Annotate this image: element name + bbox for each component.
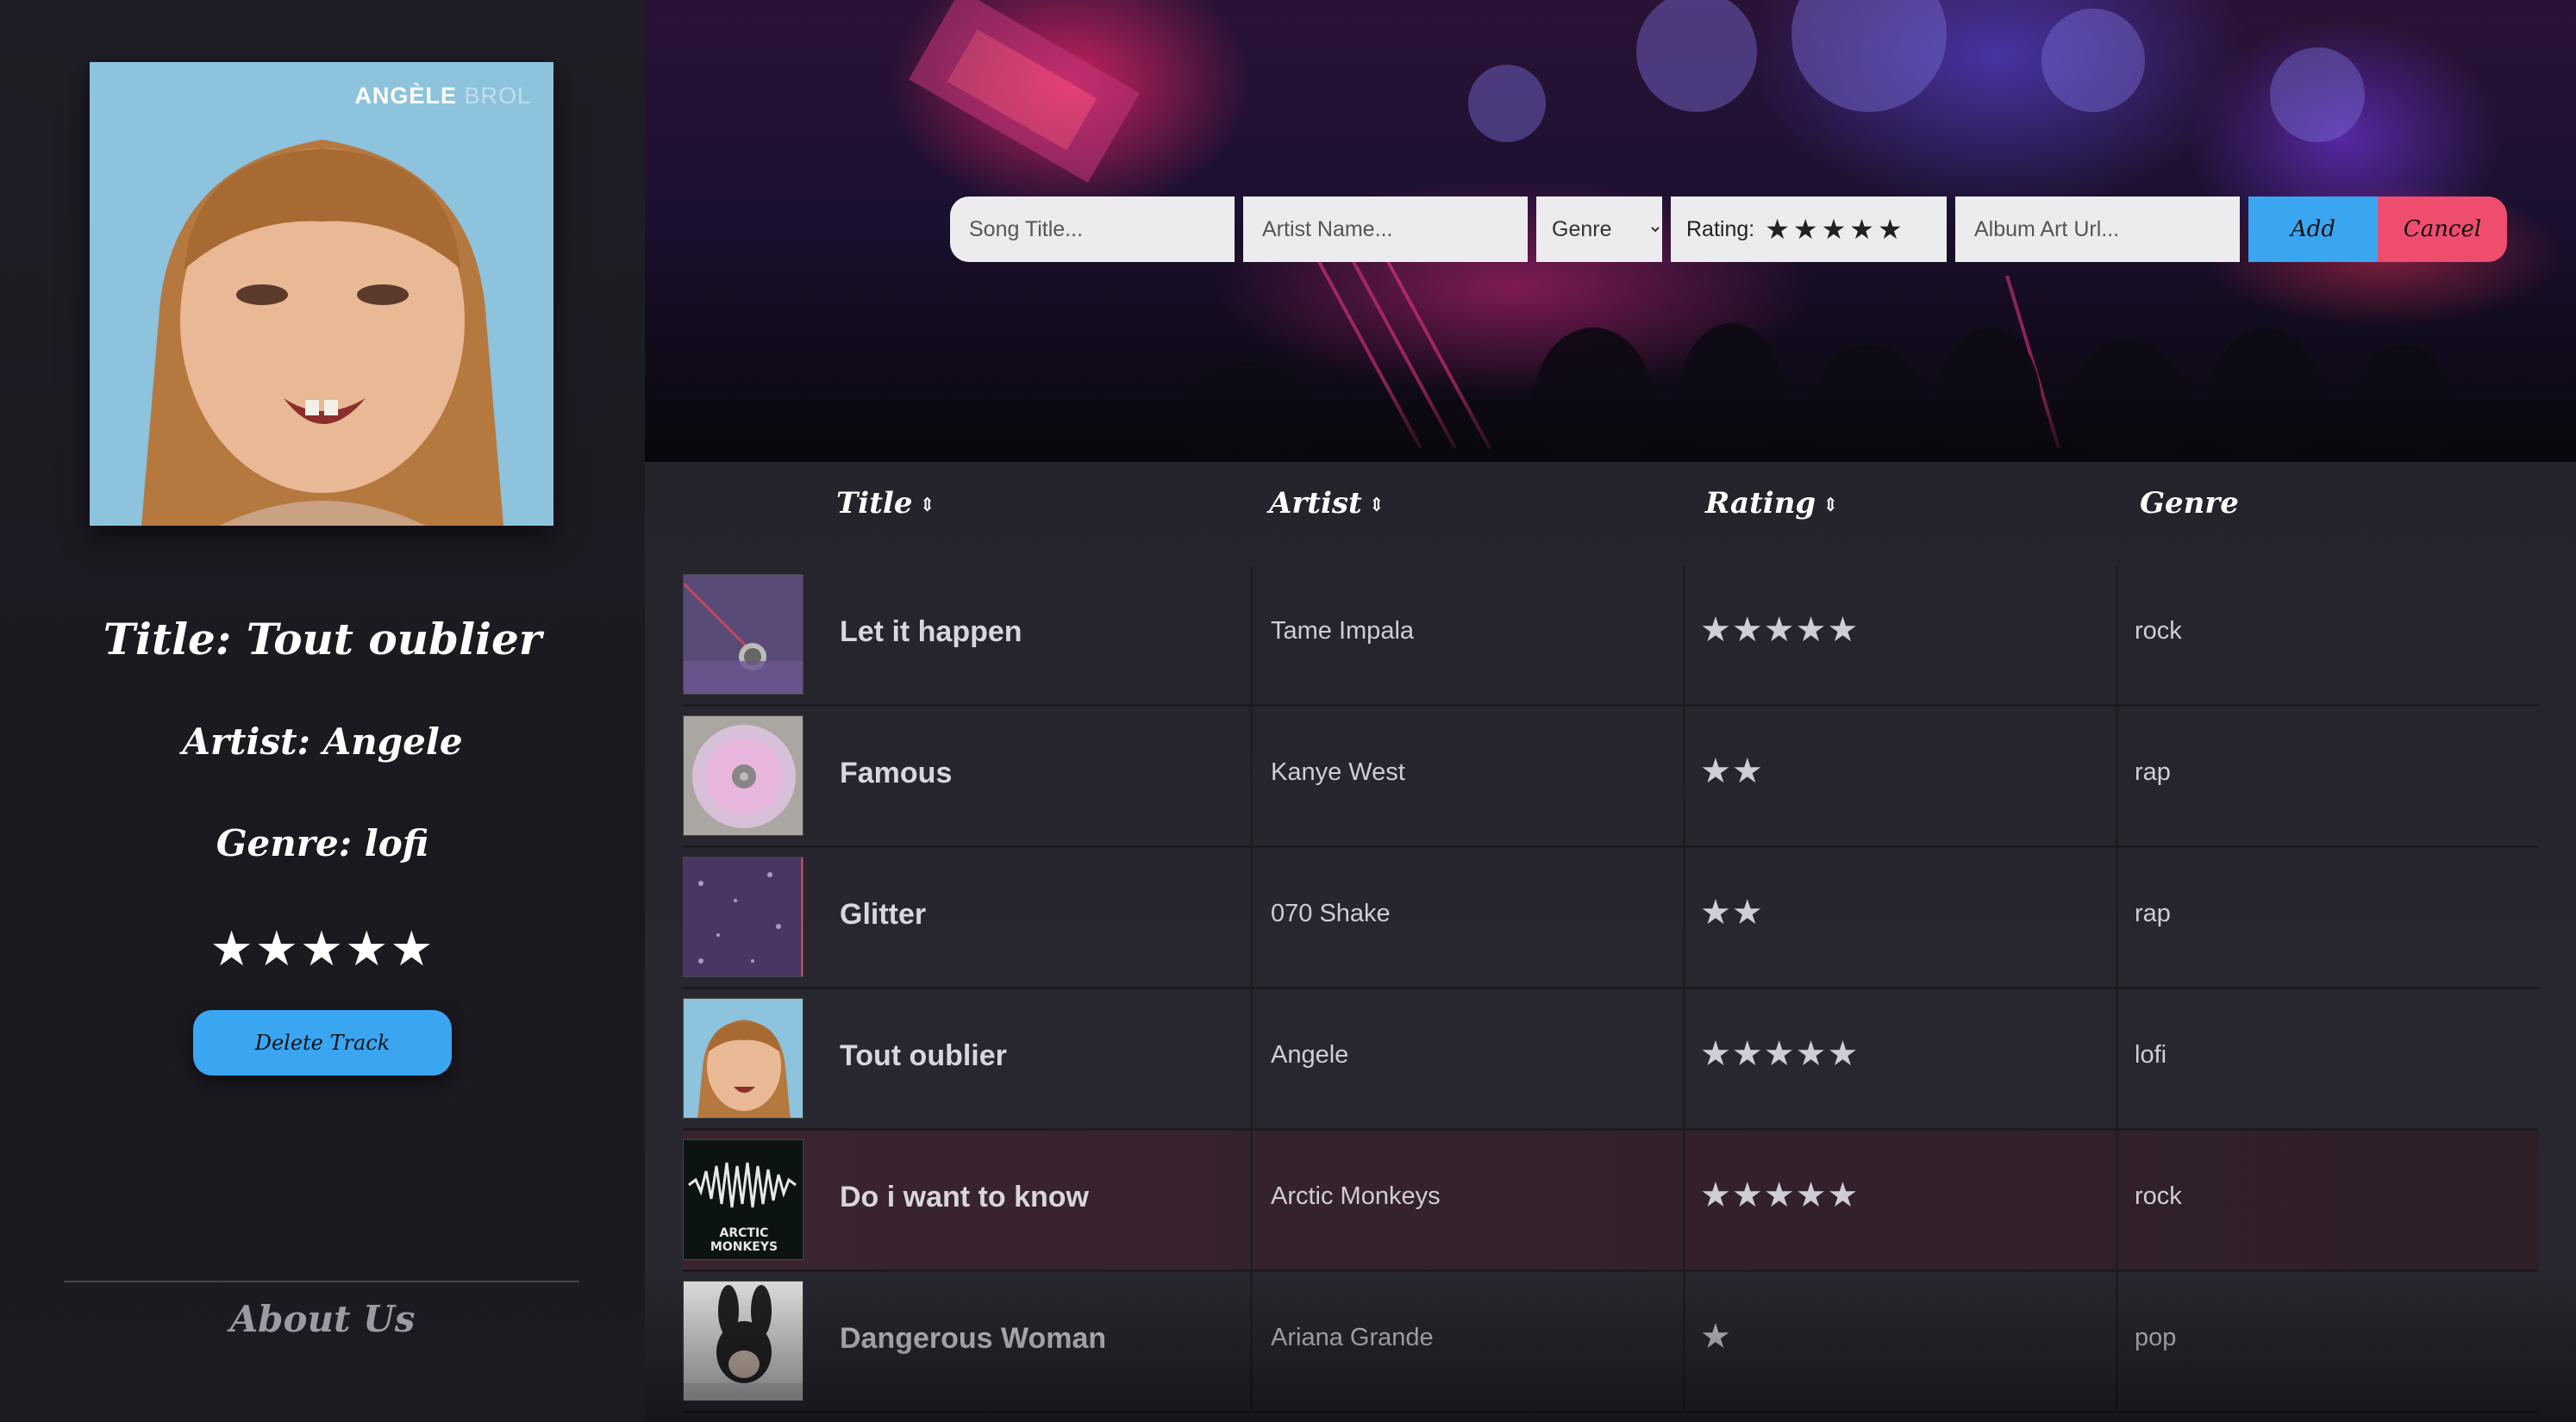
track-genre: lofi (2135, 1041, 2167, 1069)
sidebar: ANGÈLE BROL Title: Tout oublier Artist: … (0, 0, 645, 1422)
now-playing-artist: Artist: Angele (182, 720, 463, 763)
column-divider (2116, 1131, 2118, 1269)
cover-portrait-image (90, 62, 553, 526)
column-divider (1250, 1272, 1253, 1411)
now-playing-rating-stars: ★★★★★ (209, 921, 435, 976)
column-divider (2116, 989, 2118, 1128)
track-title: Dangerous Woman (840, 1322, 1107, 1355)
track-title: Tout oublier (840, 1039, 1007, 1072)
column-divider (1250, 1131, 1253, 1269)
track-title: Let it happen (840, 615, 1022, 648)
track-artist: Ariana Grande (1271, 1324, 1434, 1351)
track-rating-stars: ★★★★★ (1700, 1176, 1860, 1214)
track-genre: pop (2135, 1324, 2177, 1351)
sort-icon: ⇕ (919, 494, 935, 516)
column-divider (1683, 707, 1685, 845)
table-row[interactable]: ARCTIC MONKEYS Do i want to know Arctic Mon… (683, 1131, 2538, 1272)
about-us-link[interactable]: About Us (0, 1298, 645, 1340)
delete-track-button[interactable]: Delete Track (193, 1010, 452, 1076)
track-title: Do i want to know (840, 1181, 1089, 1213)
album-art-thumbnail (683, 715, 803, 836)
track-artist: Arctic Monkeys (1271, 1182, 1441, 1210)
column-divider (2116, 707, 2118, 845)
album-art-thumbnail (683, 998, 803, 1119)
track-artist: Tame Impala (1271, 617, 1415, 645)
column-divider (2116, 565, 2118, 704)
column-divider (1250, 848, 1253, 987)
album-art-thumbnail (683, 1281, 803, 1401)
rating-picker: Rating: ★★★★★ (1671, 196, 1947, 262)
album-art-thumbnail: ARCTIC MONKEYS (683, 1139, 803, 1260)
table-row[interactable]: Let it happen Tame Impala ★★★★★ rock (683, 565, 2538, 707)
tracks-table: Title ⇕ Artist ⇕ Rating ⇕ Genre Let it happ… (645, 462, 2576, 1422)
sort-icon: ⇕ (1823, 494, 1839, 516)
track-title: Glitter (840, 898, 927, 931)
cancel-button[interactable]: Cancel (2378, 196, 2507, 262)
table-row[interactable]: Famous Kanye West ★★ rap (683, 707, 2538, 848)
header-artist[interactable]: Artist ⇕ (1269, 486, 1385, 521)
column-divider (1250, 707, 1253, 845)
track-rating-stars: ★ (1700, 1318, 1732, 1356)
table-row[interactable]: Dangerous Woman Ariana Grande ★ pop (683, 1272, 2538, 1413)
table-row[interactable]: Tout oublier Angele ★★★★★ lofi (683, 989, 2538, 1131)
track-genre: rap (2135, 900, 2171, 927)
column-divider (2116, 848, 2118, 987)
column-divider (1250, 989, 1253, 1128)
track-genre: rock (2135, 1182, 2182, 1210)
column-divider (1683, 989, 1685, 1128)
column-divider (1683, 848, 1685, 987)
column-divider (1250, 565, 1253, 704)
track-genre: rap (2135, 758, 2171, 786)
header-title[interactable]: Title ⇕ (836, 486, 935, 521)
thumb-text: ARCTIC (720, 1226, 769, 1240)
now-playing-genre: Genre: lofi (216, 822, 429, 864)
song-title-input[interactable] (950, 196, 1235, 262)
album-art-thumbnail (683, 574, 803, 695)
track-artist: 070 Shake (1271, 900, 1391, 927)
header-genre: Genre (2140, 486, 2239, 521)
track-genre: rock (2135, 617, 2182, 645)
svg-text:MONKEYS: MONKEYS (710, 1240, 778, 1254)
column-divider (2116, 1272, 2118, 1411)
sort-icon: ⇕ (1368, 494, 1385, 516)
track-rating-stars: ★★★★★ (1700, 611, 1860, 649)
track-artist: Kanye West (1271, 758, 1405, 786)
track-rating-stars: ★★ (1700, 894, 1764, 932)
rating-star-icons[interactable]: ★★★★★ (1765, 213, 1905, 246)
column-divider (1683, 1272, 1685, 1411)
genre-select[interactable]: Genre (1536, 196, 1662, 262)
track-title: Famous (840, 757, 953, 789)
track-artist: Angele (1271, 1041, 1349, 1069)
add-button[interactable]: Add (2248, 196, 2378, 262)
now-playing-cover: ANGÈLE BROL (90, 62, 553, 526)
table-row[interactable]: Glitter 070 Shake ★★ rap (683, 848, 2538, 989)
now-playing-title: Title: Tout oublier (103, 614, 542, 664)
rating-label: Rating: (1686, 216, 1755, 241)
track-rating-stars: ★★ (1700, 752, 1764, 790)
column-divider (1683, 565, 1685, 704)
column-divider (1683, 1131, 1685, 1269)
album-art-thumbnail (683, 857, 803, 977)
sidebar-divider (64, 1281, 579, 1282)
header-rating[interactable]: Rating ⇕ (1705, 486, 1839, 521)
artist-name-input[interactable] (1243, 196, 1528, 262)
album-art-url-input[interactable] (1955, 196, 2240, 262)
cover-brand-text: ANGÈLE BROL (354, 83, 531, 109)
track-rating-stars: ★★★★★ (1700, 1035, 1860, 1073)
